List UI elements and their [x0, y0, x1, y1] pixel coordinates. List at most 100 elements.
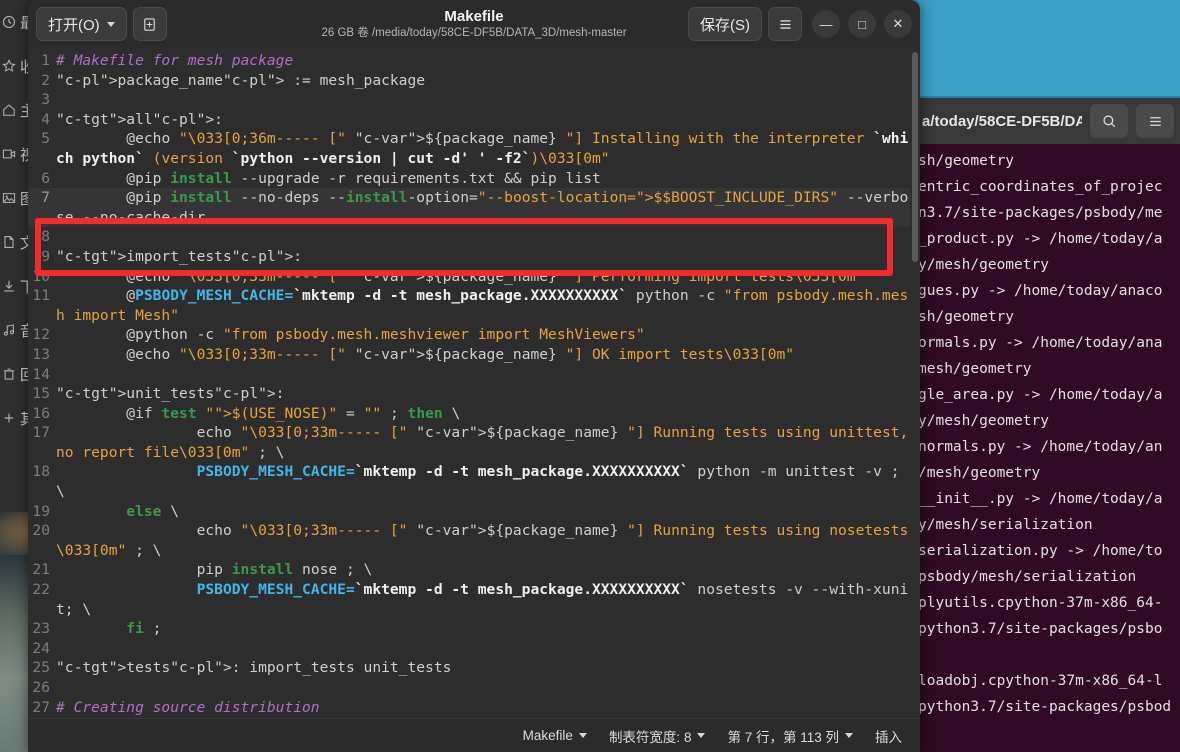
code-line[interactable]: 11 @PSBODY_MESH_CACHE=`mktemp -d -t mesh…	[28, 286, 920, 325]
terminal-line: psbody/mesh/serialization	[918, 569, 1137, 585]
download-icon	[2, 279, 16, 293]
open-button-label: 打开(O)	[48, 16, 100, 34]
code-line-text: @echo "\033[0;33m----- [" "c-var">${pack…	[56, 267, 865, 285]
code-line[interactable]: 14	[28, 365, 920, 385]
code-line[interactable]: 16 @if test "">$(USE_NOSE)" = "" ; then …	[28, 404, 920, 424]
code-line[interactable]: 28"c-tgt">sdist"c-pl">:	[28, 717, 920, 718]
code-line-text: echo "\033[0;33m----- [" "c-var">${packa…	[56, 522, 909, 559]
chevron-down-icon	[106, 21, 115, 27]
code-line[interactable]: 3	[28, 90, 920, 110]
code-line[interactable]: 10 @echo "\033[0;33m----- [" "c-var">${p…	[28, 267, 920, 287]
code-line[interactable]: 24	[28, 639, 920, 659]
plus-icon	[2, 411, 16, 425]
line-number: 16	[32, 404, 50, 422]
editor-area[interactable]: 1 # Makefile for mesh package 2 "c-pl">pack…	[28, 48, 920, 718]
code-line[interactable]: 15 "c-tgt">unit_tests"c-pl">:	[28, 384, 920, 404]
terminal-line: plyutils.cpython-37m-x86_64-	[918, 595, 1163, 611]
code-line[interactable]: 8	[28, 227, 920, 247]
code-line[interactable]: 9 "c-tgt">import_tests"c-pl">:	[28, 247, 920, 267]
code-line-text: PSBODY_MESH_CACHE=`mktemp -d -t mesh_pac…	[56, 463, 909, 501]
terminal-line: ormals.py -> /home/today/ana	[918, 335, 1163, 351]
home-icon	[2, 103, 16, 117]
titlebar: 打开(O) Makefile 26 GB 卷 /media/today/58CE…	[28, 0, 920, 48]
line-number: 26	[32, 679, 50, 696]
code-line-text: # Makefile for mesh package	[56, 52, 294, 69]
code-line[interactable]: 21 pip install nose ; \	[28, 560, 920, 580]
code-line[interactable]: 13 @echo "\033[0;33m----- [" "c-var">${p…	[28, 345, 920, 365]
line-number: 11	[32, 287, 50, 305]
code-line-text: "c-pl">package_name"c-pl"> := mesh_packa…	[56, 71, 426, 89]
terminal-line: __init__.py -> /home/today/a	[918, 491, 1163, 507]
code-line[interactable]: 26	[28, 678, 920, 698]
code-line[interactable]: 5 @echo "\033[0;36m----- [" "c-var">${pa…	[28, 129, 920, 168]
code-line-text: @PSBODY_MESH_CACHE=`mktemp -d -t mesh_pa…	[56, 287, 909, 324]
window-controls: — □ ✕	[812, 10, 912, 38]
code-line-text: echo "\033[0;33m----- [" "c-var">${packa…	[56, 424, 909, 461]
code-line-text: @if test "">$(USE_NOSE)" = "" ; then \	[56, 404, 461, 422]
line-number: 10	[32, 267, 50, 285]
line-number: 13	[32, 345, 50, 363]
code-line[interactable]: 18 PSBODY_MESH_CACHE=`mktemp -d -t mesh_…	[28, 462, 920, 501]
image-icon	[2, 191, 16, 205]
line-number: 9	[41, 247, 50, 265]
line-number: 5	[41, 130, 50, 148]
line-number: 14	[32, 365, 50, 383]
code-line-text	[56, 227, 920, 247]
save-button[interactable]: 保存(S)	[688, 7, 762, 41]
page-title: Makefile	[444, 8, 504, 25]
status-tab-width-label: 制表符宽度: 8	[608, 729, 692, 745]
search-icon	[1102, 114, 1115, 127]
close-button[interactable]: ✕	[884, 10, 912, 38]
editor-scrollbar[interactable]	[910, 48, 920, 718]
code-line[interactable]: 23 fi ;	[28, 619, 920, 639]
terminal-output[interactable]: sh/geometry entric_coordinates_of_projec n…	[916, 144, 1180, 752]
line-number: 3	[41, 91, 50, 109]
line-number: 27	[32, 698, 50, 716]
status-cursor-position[interactable]: 第 7 行，第 113 列	[727, 726, 853, 746]
terminal-line: y/mesh/geometry	[918, 257, 1049, 273]
status-language[interactable]: Makefile	[523, 728, 587, 743]
code-line[interactable]: 19 else \	[28, 502, 920, 522]
code-line-text: pip install nose ; \	[56, 561, 373, 579]
gedit-window[interactable]: 打开(O) Makefile 26 GB 卷 /media/today/58CE…	[28, 0, 920, 752]
code-line[interactable]: 25 "c-tgt">tests"c-pl">: import_tests uni…	[28, 658, 920, 678]
terminal-search-button[interactable]	[1090, 104, 1128, 138]
code-line[interactable]: 20 echo "\033[0;33m----- [" "c-var">${pa…	[28, 521, 920, 560]
new-document-button[interactable]	[132, 7, 167, 41]
minimize-button[interactable]: —	[812, 10, 840, 38]
code-line-text: @pip install --no-deps --install-option=…	[56, 189, 909, 226]
code-line[interactable]: 17 echo "\033[0;33m----- [" "c-var">${pa…	[28, 423, 920, 462]
code-line[interactable]: 27 # Creating source distribution	[28, 698, 920, 718]
terminal-line: n3.7/site-packages/psbody/me	[918, 205, 1163, 221]
code-line[interactable]: 1 # Makefile for mesh package	[28, 51, 920, 71]
terminal-window[interactable]: a/today/58CE-DF5B/DAT... sh/geometry entr…	[916, 96, 1180, 752]
code-line-text: else \	[126, 502, 180, 520]
code-line[interactable]: 22 PSBODY_MESH_CACHE=`mktemp -d -t mesh_…	[28, 580, 920, 619]
editor-scrollbar-thumb[interactable]	[912, 52, 918, 262]
code-line[interactable]: 4 "c-tgt">all"c-pl">:	[28, 110, 920, 130]
code-line[interactable]: 12 @python -c "from psbody.mesh.meshview…	[28, 325, 920, 345]
status-tab-width[interactable]: 制表符宽度: 8	[609, 726, 706, 746]
line-number: 25	[32, 659, 50, 677]
menu-button[interactable]	[768, 7, 802, 41]
maximize-button[interactable]: □	[848, 10, 876, 38]
code-line[interactable]: 7 @pip install --no-deps --install-optio…	[28, 188, 920, 228]
open-button[interactable]: 打开(O)	[36, 7, 127, 41]
line-number: 20	[32, 522, 50, 540]
status-insert-mode[interactable]: 插入	[875, 726, 902, 746]
code-view[interactable]: 1 # Makefile for mesh package 2 "c-pl">pack…	[28, 48, 920, 718]
code-line[interactable]: 2 "c-pl">package_name"c-pl"> := mesh_pack…	[28, 71, 920, 91]
hamburger-menu-icon	[779, 19, 791, 29]
line-number: 17	[32, 424, 50, 442]
maximize-icon: □	[858, 16, 866, 32]
code-line[interactable]: 6 @pip install --upgrade -r requirements…	[28, 169, 920, 189]
document-icon	[2, 235, 16, 249]
terminal-menu-button[interactable]	[1136, 104, 1174, 138]
hamburger-menu-icon	[1149, 116, 1161, 126]
line-number: 12	[32, 326, 50, 344]
terminal-line: python3.7/site-packages/psbod	[918, 699, 1172, 715]
line-number: 18	[32, 463, 50, 481]
code-line-text: "c-tgt">tests"c-pl">: import_tests unit_…	[56, 659, 452, 677]
status-cursor-position-label: 第 7 行，第 113 列	[727, 729, 839, 745]
clock-icon	[2, 15, 16, 29]
